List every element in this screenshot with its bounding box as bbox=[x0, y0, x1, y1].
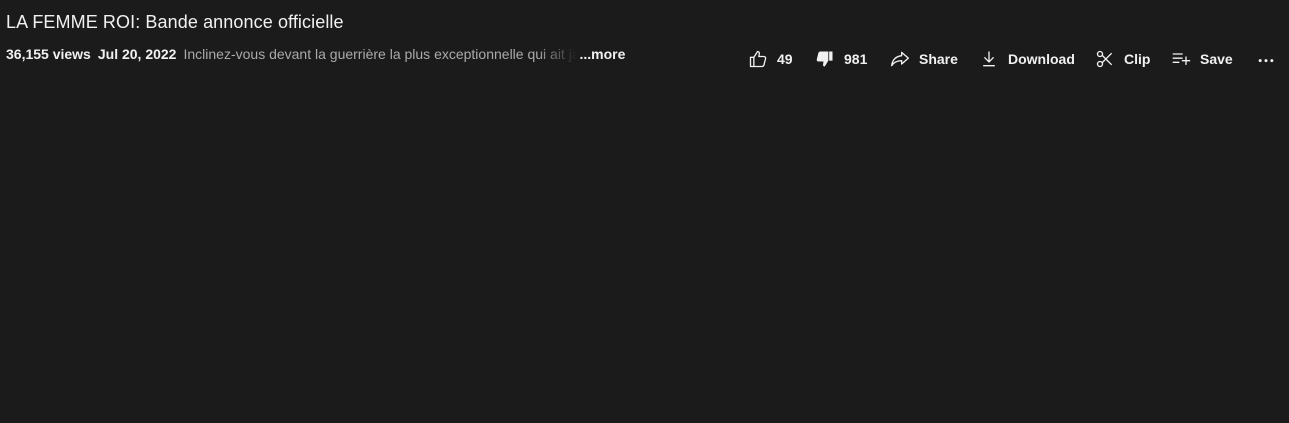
video-title: LA FEMME ROI: Bande annonce officielle bbox=[6, 12, 344, 32]
dislike-button[interactable]: 981 bbox=[815, 46, 867, 72]
share-arrow-icon bbox=[890, 49, 910, 69]
video-details: LA FEMME ROI: Bande annonce officielle 3… bbox=[0, 0, 1289, 423]
dislike-count: 981 bbox=[844, 51, 868, 67]
like-count: 49 bbox=[777, 51, 793, 67]
share-button[interactable]: Share bbox=[890, 46, 958, 72]
description-more-button[interactable]: ...more bbox=[579, 46, 625, 62]
more-actions-button[interactable] bbox=[1255, 46, 1277, 72]
like-button[interactable]: 49 bbox=[748, 46, 793, 72]
upload-date: Jul 20, 2022 bbox=[97, 46, 177, 62]
description-text: Inclinez-vous devant la guerrière la plu… bbox=[183, 46, 578, 62]
scissors-icon bbox=[1095, 49, 1115, 69]
save-label: Save bbox=[1200, 51, 1233, 67]
video-meta-row[interactable]: 36,155 views Jul 20, 2022 Inclinez-vous … bbox=[6, 46, 625, 62]
download-icon bbox=[979, 49, 999, 69]
download-button[interactable]: Download bbox=[979, 46, 1075, 72]
save-button[interactable]: Save bbox=[1171, 46, 1233, 72]
playlist-add-icon bbox=[1171, 49, 1191, 69]
more-horizontal-icon bbox=[1256, 49, 1276, 69]
clip-label: Clip bbox=[1124, 51, 1151, 67]
thumbs-down-icon bbox=[815, 49, 835, 69]
clip-button[interactable]: Clip bbox=[1095, 46, 1150, 72]
download-label: Download bbox=[1008, 51, 1075, 67]
share-label: Share bbox=[919, 51, 958, 67]
thumbs-up-icon bbox=[748, 49, 768, 69]
view-count: 36,155 views bbox=[6, 46, 91, 62]
description-snippet[interactable]: Inclinez-vous devant la guerrière la plu… bbox=[183, 46, 578, 62]
